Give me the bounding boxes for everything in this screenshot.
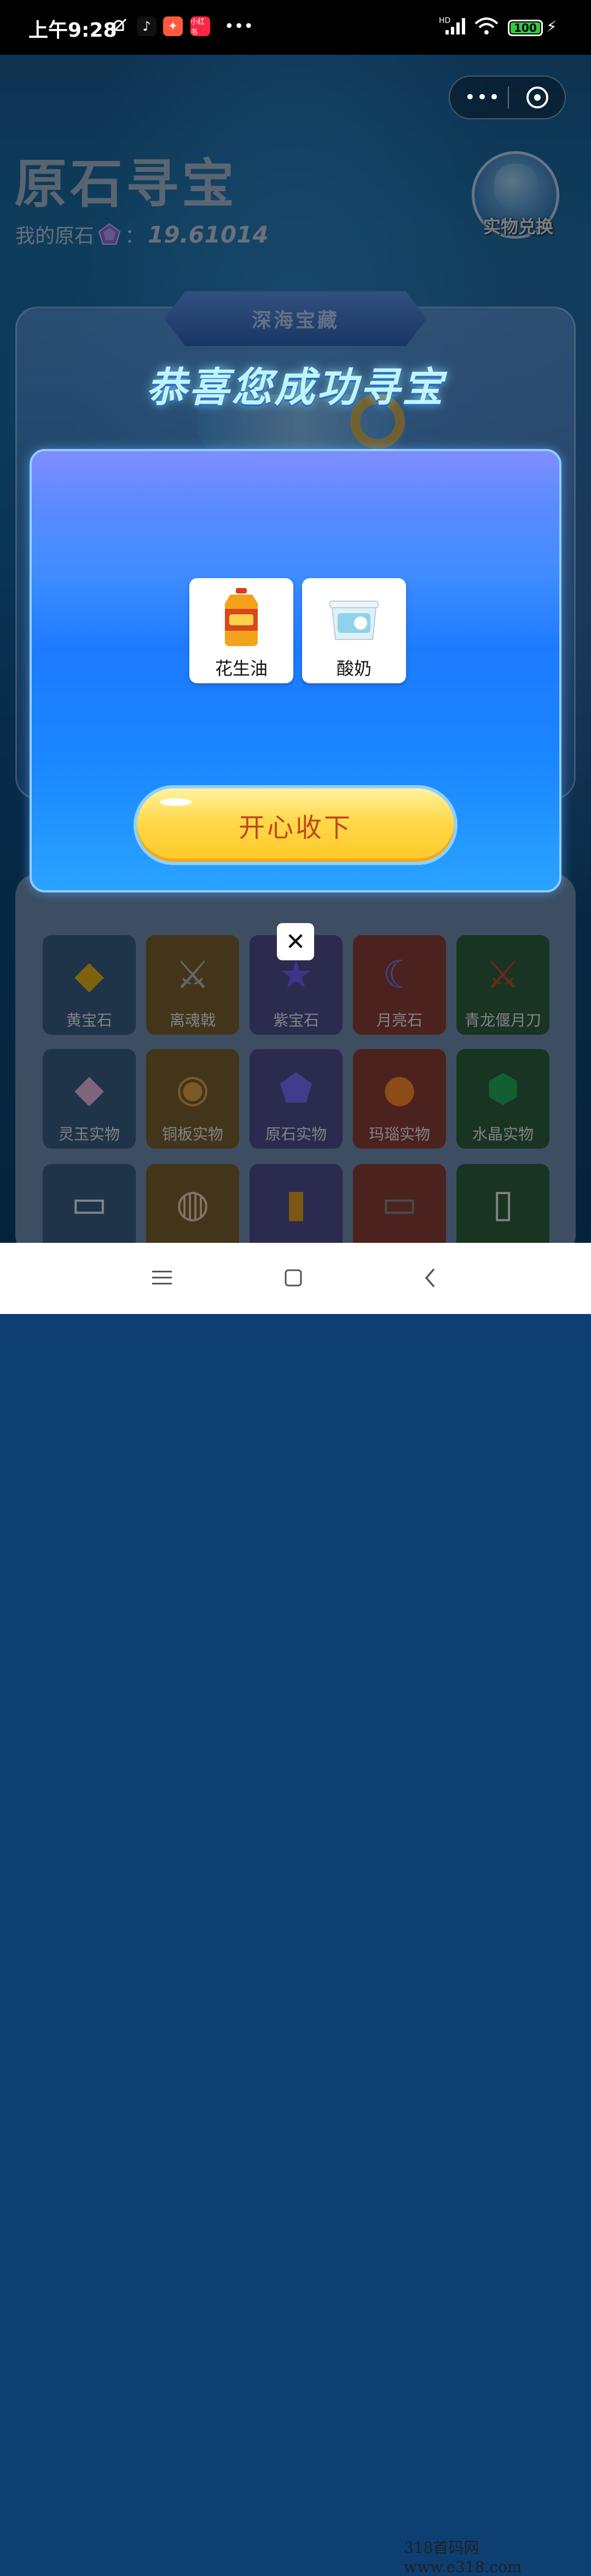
status-time: 上午9:28 [28, 19, 117, 42]
battery-icon: 100 [508, 20, 543, 36]
yogurt-tub-icon [329, 601, 379, 640]
prize-label: 酸奶 [336, 658, 372, 679]
capsule-divider [508, 87, 509, 108]
tiktok-icon: ♪ [137, 15, 157, 37]
peanut-oil-bottle-icon [225, 588, 258, 646]
back-icon[interactable] [414, 1261, 447, 1294]
congrats-headline: 恭喜您成功寻宝 [146, 364, 445, 411]
watermark: 318首码网 www.e318.com [404, 2539, 522, 2576]
reward-modal: 花生油 酸奶 开心收下 [30, 449, 561, 892]
wifi-icon [474, 15, 499, 37]
signal-icon [444, 15, 466, 37]
exit-miniprogram-icon[interactable] [526, 87, 548, 108]
collect-button[interactable]: 开心收下 [134, 785, 457, 865]
prize-label: 花生油 [215, 658, 268, 679]
prize-card: 酸奶 [302, 578, 406, 683]
app-icon: ✦ [163, 15, 183, 37]
miniprogram-capsule: ••• [449, 76, 566, 119]
close-modal-button[interactable]: ✕ [277, 923, 314, 960]
button-shine [160, 798, 192, 806]
collect-button-label: 开心收下 [238, 812, 352, 843]
home-icon[interactable] [277, 1261, 310, 1294]
system-nav-bar: 318首码网 www.e318.com [0, 1243, 591, 2576]
more-options-icon[interactable]: ••• [465, 85, 500, 110]
menu-icon[interactable] [146, 1261, 178, 1294]
battery-level: 100 [511, 21, 540, 34]
xiaohongshu-icon: 小红书 [190, 15, 210, 37]
bell-muted-icon [109, 15, 128, 37]
more-notifications-icon: ••• [224, 16, 254, 36]
prize-card: 花生油 [189, 578, 293, 683]
status-bar: 上午9:28 ♪ ✦ 小红书 ••• HD 100 ⚡ [0, 0, 591, 55]
charging-icon: ⚡ [546, 17, 557, 36]
